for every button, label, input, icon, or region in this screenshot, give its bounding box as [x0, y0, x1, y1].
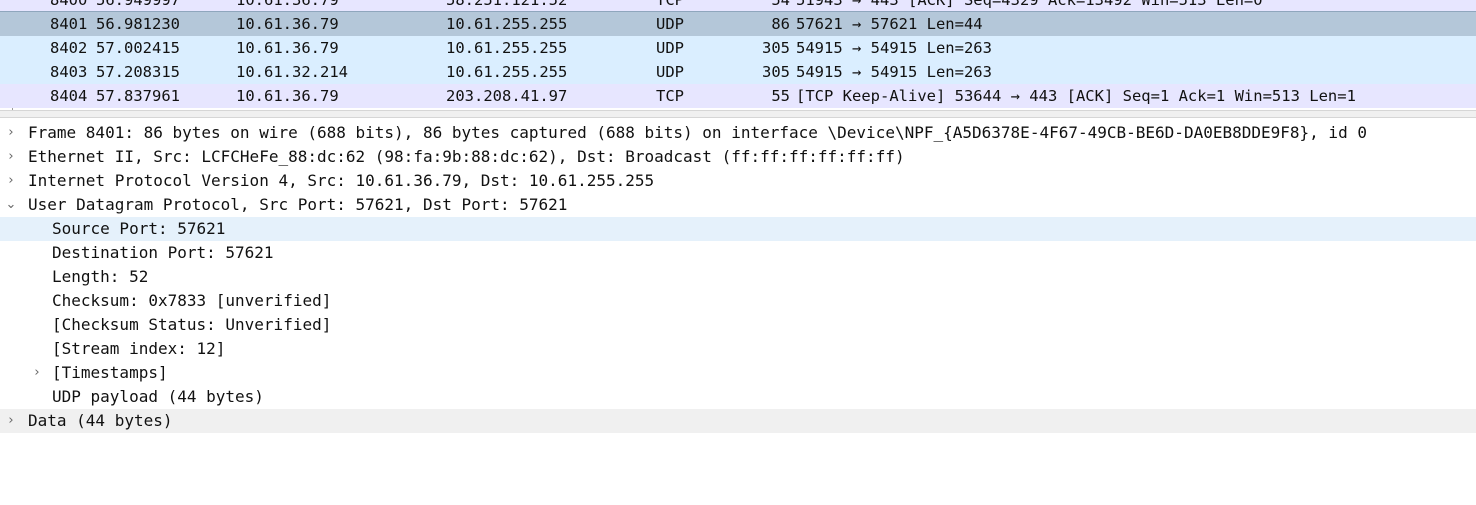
packet-destination: 203.208.41.97 — [446, 87, 568, 105]
packet-source: 10.61.32.214 — [236, 63, 348, 81]
packet-length: 54 — [771, 0, 790, 9]
packet-row[interactable]: 8404 57.837961 10.61.36.79 203.208.41.97… — [0, 84, 1476, 108]
packet-info: 57621 → 57621 Len=44 — [796, 15, 983, 33]
tree-item-frame[interactable]: › Frame 8401: 86 bytes on wire (688 bits… — [0, 121, 1476, 145]
packet-protocol: UDP — [656, 63, 684, 81]
packet-list[interactable]: 8400 56.949997 10.61.36.79 58.251.121.52… — [0, 0, 1476, 110]
packet-protocol: TCP — [656, 87, 684, 105]
tree-item-timestamps[interactable]: › [Timestamps] — [0, 361, 1476, 385]
packet-row[interactable]: 8400 56.949997 10.61.36.79 58.251.121.52… — [0, 0, 1476, 12]
tree-item-label: Length: 52 — [52, 267, 149, 286]
pane-splitter[interactable] — [0, 110, 1476, 118]
packet-length: 86 — [771, 15, 790, 33]
packet-row[interactable]: 8402 57.002415 10.61.36.79 10.61.255.255… — [0, 36, 1476, 60]
packet-destination: 10.61.255.255 — [446, 63, 568, 81]
tree-item-ethernet[interactable]: › Ethernet II, Src: LCFCHeFe_88:dc:62 (9… — [0, 145, 1476, 169]
packet-time: 57.208315 — [96, 63, 180, 81]
tree-item-label: [Stream index: 12] — [52, 339, 226, 358]
packet-protocol: UDP — [656, 15, 684, 33]
tree-item-checksum-status[interactable]: [Checksum Status: Unverified] — [0, 313, 1476, 337]
tree-item-label: Internet Protocol Version 4, Src: 10.61.… — [28, 171, 655, 190]
tree-item-destination-port[interactable]: Destination Port: 57621 — [0, 241, 1476, 265]
packet-time: 57.837961 — [96, 87, 180, 105]
tree-item-udp[interactable]: ⌄ User Datagram Protocol, Src Port: 5762… — [0, 193, 1476, 217]
packet-destination: 58.251.121.52 — [446, 0, 568, 9]
tree-item-label: User Datagram Protocol, Src Port: 57621,… — [28, 195, 568, 214]
packet-time: 56.949997 — [96, 0, 180, 9]
tree-item-length[interactable]: Length: 52 — [0, 265, 1476, 289]
packet-protocol: UDP — [656, 39, 684, 57]
packet-time: 56.981230 — [96, 15, 180, 33]
packet-length: 305 — [762, 39, 790, 57]
packet-destination: 10.61.255.255 — [446, 15, 568, 33]
tree-item-label: Frame 8401: 86 bytes on wire (688 bits),… — [28, 123, 1367, 142]
packet-info: 51943 → 443 [ACK] Seq=4329 Ack=13492 Win… — [796, 0, 1263, 9]
packet-destination: 10.61.255.255 — [446, 39, 568, 57]
packet-details-tree[interactable]: › Frame 8401: 86 bytes on wire (688 bits… — [0, 118, 1476, 462]
packet-row-selected[interactable]: 8401 56.981230 10.61.36.79 10.61.255.255… — [0, 11, 1476, 37]
packet-info: 54915 → 54915 Len=263 — [796, 39, 992, 57]
tree-item-data[interactable]: › Data (44 bytes) — [0, 409, 1476, 433]
tree-item-ip[interactable]: › Internet Protocol Version 4, Src: 10.6… — [0, 169, 1476, 193]
packet-source: 10.61.36.79 — [236, 87, 339, 105]
packet-number: 8400 — [50, 0, 88, 9]
packet-source: 10.61.36.79 — [236, 15, 339, 33]
packet-number: 8402 — [50, 39, 88, 57]
packet-number: 8403 — [50, 63, 88, 81]
packet-length: 55 — [771, 87, 790, 105]
tree-item-checksum[interactable]: Checksum: 0x7833 [unverified] — [0, 289, 1476, 313]
chevron-right-icon[interactable]: › — [4, 409, 18, 433]
packet-length: 305 — [762, 63, 790, 81]
packet-number: 8404 — [50, 87, 88, 105]
packet-time: 57.002415 — [96, 39, 180, 57]
packet-source: 10.61.36.79 — [236, 0, 339, 9]
packet-row[interactable]: 8403 57.208315 10.61.32.214 10.61.255.25… — [0, 60, 1476, 84]
tree-item-label: Source Port: 57621 — [52, 219, 226, 238]
tree-item-label: Checksum: 0x7833 [unverified] — [52, 291, 332, 310]
tree-item-source-port[interactable]: Source Port: 57621 — [0, 217, 1476, 241]
chevron-right-icon[interactable]: › — [30, 361, 44, 385]
tree-item-udp-payload[interactable]: UDP payload (44 bytes) — [0, 385, 1476, 409]
packet-info: [TCP Keep-Alive] 53644 → 443 [ACK] Seq=1… — [796, 87, 1356, 105]
packet-source: 10.61.36.79 — [236, 39, 339, 57]
packet-number: 8401 — [50, 15, 88, 33]
tree-item-label: Data (44 bytes) — [28, 411, 173, 430]
chevron-right-icon[interactable]: › — [4, 169, 18, 193]
tree-item-label: [Checksum Status: Unverified] — [52, 315, 332, 334]
tree-item-label: UDP payload (44 bytes) — [52, 387, 264, 406]
chevron-right-icon[interactable]: › — [4, 121, 18, 145]
packet-info: 54915 → 54915 Len=263 — [796, 63, 992, 81]
packet-protocol: TCP — [656, 0, 684, 9]
tree-item-label: Destination Port: 57621 — [52, 243, 274, 262]
tree-item-label: [Timestamps] — [52, 363, 168, 382]
chevron-down-icon[interactable]: ⌄ — [4, 193, 18, 217]
chevron-right-icon[interactable]: › — [4, 145, 18, 169]
tree-item-label: Ethernet II, Src: LCFCHeFe_88:dc:62 (98:… — [28, 147, 905, 166]
tree-item-stream-index[interactable]: [Stream index: 12] — [0, 337, 1476, 361]
